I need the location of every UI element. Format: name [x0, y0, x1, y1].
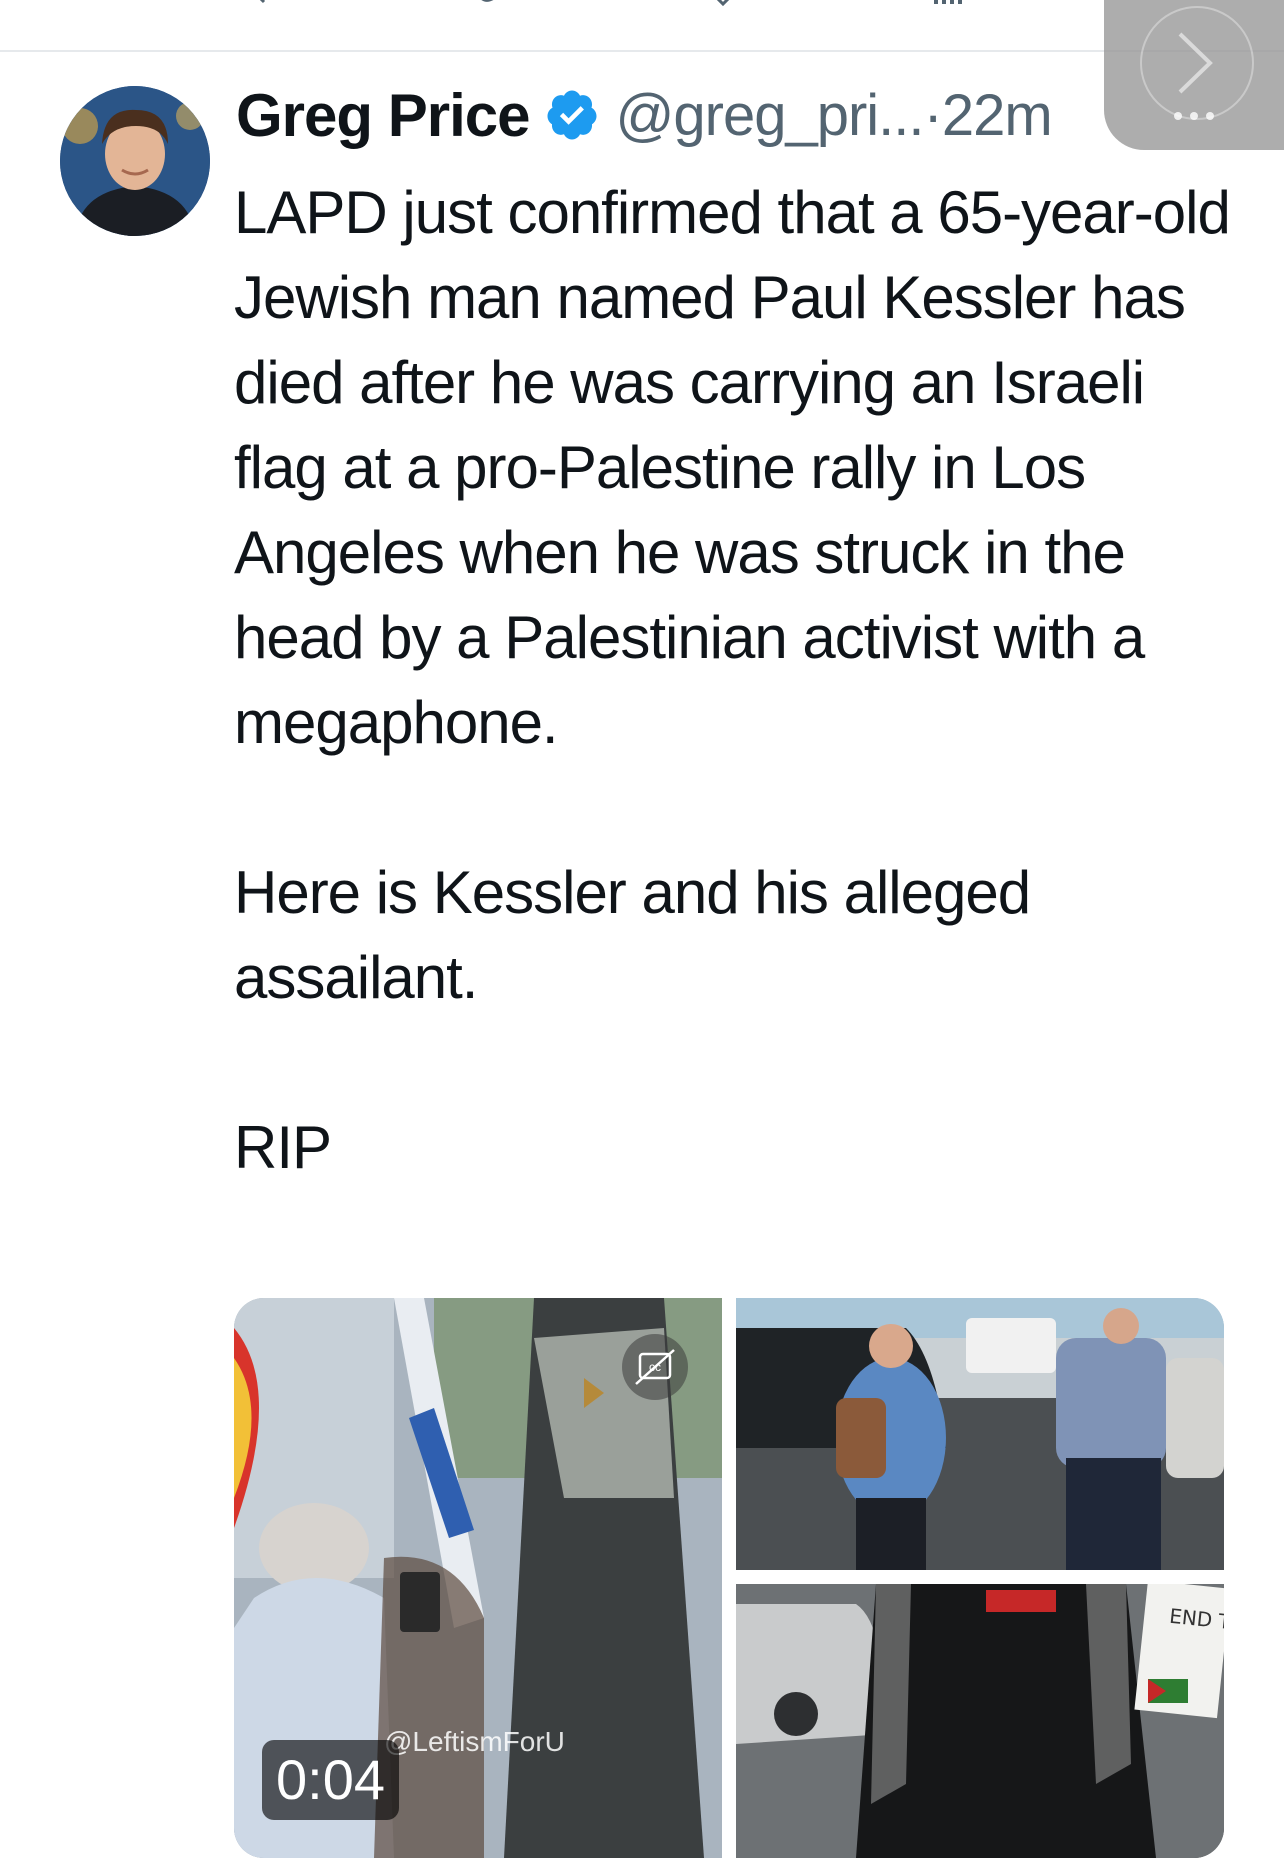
- retweet-icon[interactable]: [470, 0, 510, 8]
- author-handle-time[interactable]: @greg_pri...·22m: [616, 82, 1053, 149]
- photo-rally-street: [736, 1298, 1224, 1570]
- video-thumbnail[interactable]: cc @LeftismForU 0:04: [234, 1298, 722, 1858]
- author-name[interactable]: Greg Price: [236, 81, 530, 150]
- tweet-header: Greg Price @greg_pri...·22m: [236, 80, 1053, 150]
- reply-icon[interactable]: [250, 0, 290, 8]
- closed-captions-icon: cc: [635, 1349, 675, 1385]
- tweet-action-bar: [0, 0, 1284, 52]
- avatar-photo: [60, 86, 210, 236]
- more-icon[interactable]: [1170, 104, 1218, 128]
- video-watermark: @LeftismForU: [384, 1726, 565, 1757]
- tweet-paragraph: Here is Kessler and his alleged assailan…: [234, 859, 1031, 1011]
- like-icon[interactable]: [705, 0, 745, 8]
- photo-top-right[interactable]: [736, 1298, 1224, 1570]
- tweet-text: LAPD just confirmed that a 65-year-old J…: [234, 170, 1234, 1190]
- avatar[interactable]: [60, 86, 210, 236]
- tweet-paragraph: LAPD just confirmed that a 65-year-old J…: [234, 179, 1231, 756]
- chevron-right-icon: [1178, 32, 1213, 94]
- photo-bottom-right[interactable]: END THE ISRAELI: [736, 1584, 1224, 1858]
- media-grid: cc @LeftismForU 0:04: [234, 1298, 1224, 1858]
- verified-badge-icon: [546, 90, 596, 140]
- video-duration-badge: 0:04: [262, 1740, 399, 1820]
- tweet-paragraph: RIP: [234, 1114, 332, 1181]
- photo-protester: END THE ISRAELI: [736, 1584, 1224, 1858]
- captions-button[interactable]: cc: [622, 1334, 688, 1400]
- views-icon[interactable]: [930, 0, 970, 8]
